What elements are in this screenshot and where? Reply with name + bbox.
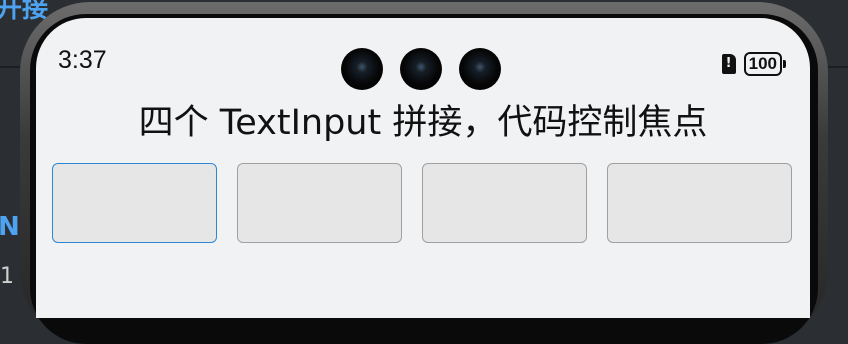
text-input-4[interactable] [607, 163, 792, 243]
text-input-group [52, 163, 792, 243]
camera-lens-icon [400, 48, 442, 90]
status-icons: ! 100 [721, 52, 786, 76]
phone-screen: 3:37 ! 100 四个 TextInput 拼接，代码控制焦点 [36, 18, 810, 318]
page-title: 四个 TextInput 拼接，代码控制焦点 [138, 103, 708, 143]
background-label-fragment-2: 1 [0, 264, 14, 289]
battery-icon: 100 [743, 52, 786, 76]
battery-level: 100 [743, 52, 782, 76]
text-input-3[interactable] [422, 163, 587, 243]
text-input-2[interactable] [237, 163, 402, 243]
camera-lens-icon [341, 48, 383, 90]
text-input-1[interactable] [52, 163, 217, 243]
background-label-fragment: N [0, 212, 20, 242]
camera-lens-icon [459, 48, 501, 90]
status-time: 3:37 [58, 46, 107, 74]
sim-alert-icon: ! [721, 54, 736, 74]
